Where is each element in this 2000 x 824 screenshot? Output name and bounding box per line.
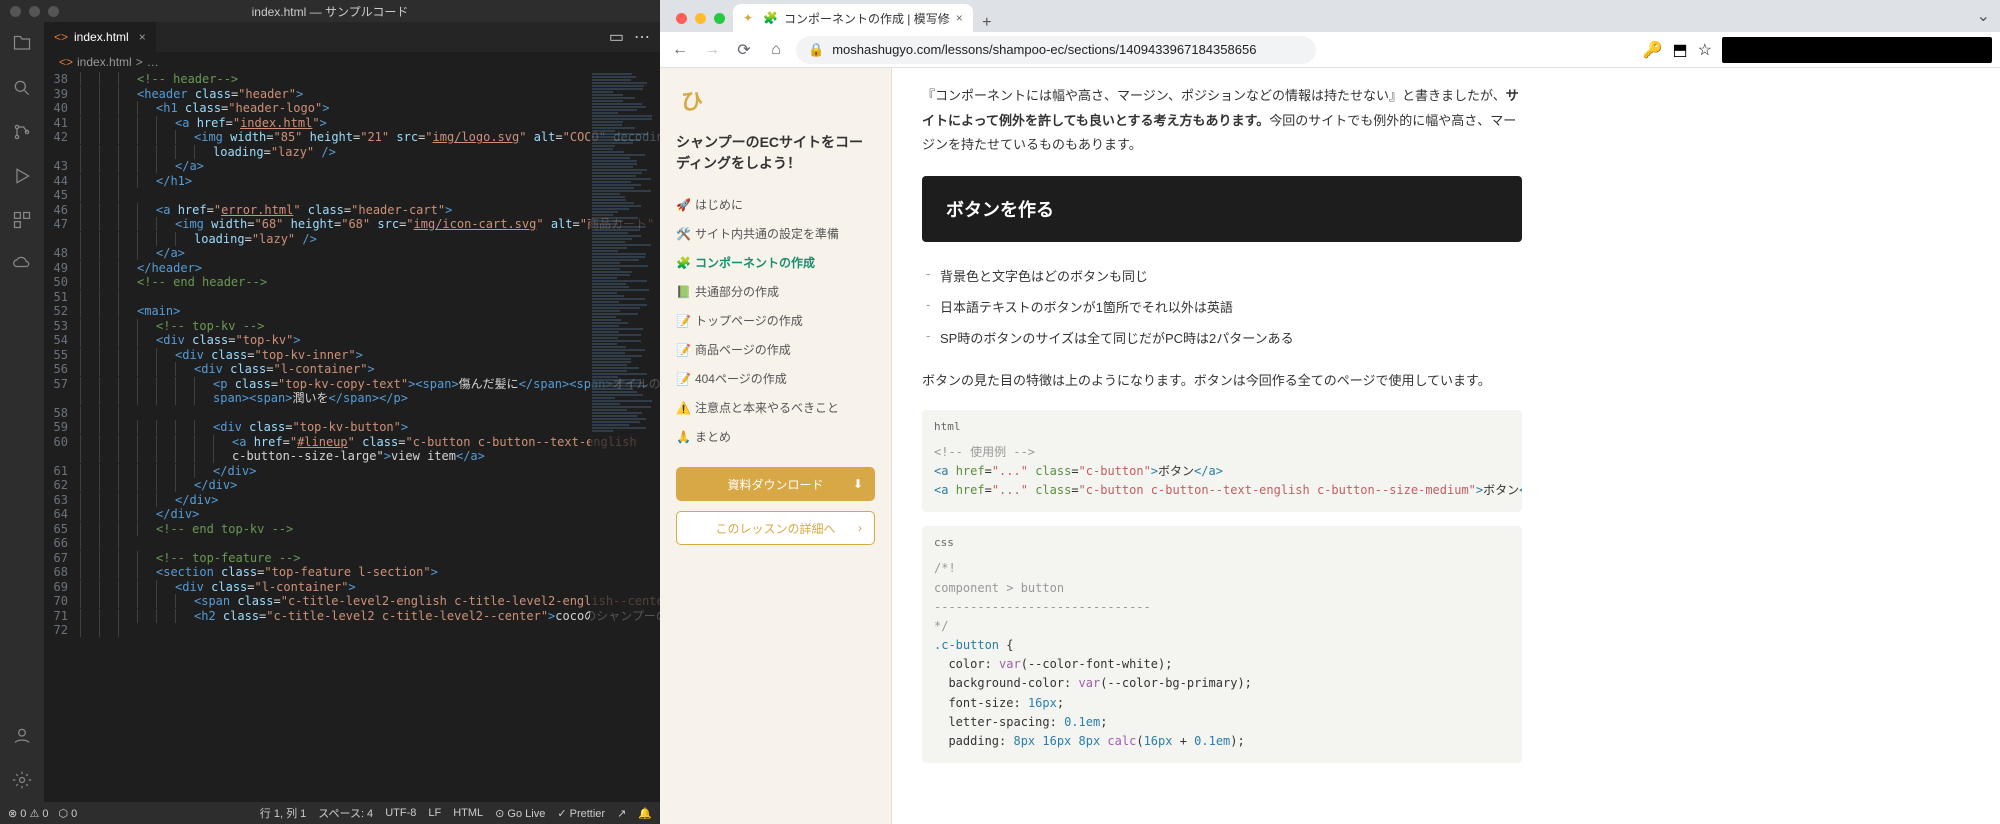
site-logo[interactable]: ひ xyxy=(676,84,875,116)
search-icon[interactable] xyxy=(10,76,34,100)
browser-window: ✦ 🧩 コンポーネントの作成 | 模写修 × + ⌄ ← → ⟳ ⌂ 🔒 mos… xyxy=(660,0,2000,824)
sidebar-item[interactable]: 🙏まとめ xyxy=(676,422,875,451)
bookmark-icon[interactable]: ☆ xyxy=(1698,40,1712,60)
button-label: 資料ダウンロード xyxy=(727,476,823,493)
download-button[interactable]: 資料ダウンロード ⬇ xyxy=(676,467,875,501)
explorer-icon[interactable] xyxy=(10,32,34,56)
code-label: css xyxy=(922,526,1522,559)
sidebar-item[interactable]: ⚠️注意点と本来やるべきこと xyxy=(676,393,875,422)
article: 『コンポーネントには幅や高さ、マージン、ポジションなどの情報は持たせない』と書き… xyxy=(892,68,2000,824)
list-item: 背景色と文字色はどのボタンも同じ xyxy=(922,260,1522,291)
vscode-titlebar: index.html — サンプルコード xyxy=(0,0,660,22)
breadcrumb-sep: > xyxy=(136,55,143,69)
lesson-detail-button[interactable]: このレッスンの詳細へ › xyxy=(676,511,875,545)
lesson-sidebar: ひ シャンプーのECサイトをコーディングをしよう！ 🚀はじめに🛠️サイト内共通の… xyxy=(660,68,892,824)
close-icon[interactable]: × xyxy=(956,11,963,25)
vscode-window: index.html — サンプルコード <> index.html × ▭ ⋯… xyxy=(0,0,660,824)
download-icon: ⬇ xyxy=(853,477,863,491)
code-block-css: css /*! component > button -------------… xyxy=(922,526,1522,763)
sidebar-item[interactable]: 📗共通部分の作成 xyxy=(676,277,875,306)
status-bar: ⊗ 0 ⚠ 0 ⬡ 0 行 1, 列 1 スペース: 4 UTF-8 LF HTML ⊙ G… xyxy=(0,802,660,824)
sidebar-item[interactable]: 📝商品ページの作成 xyxy=(676,335,875,364)
home-button[interactable]: ⌂ xyxy=(764,38,788,62)
html-file-icon: <> xyxy=(54,30,68,44)
sidebar-item[interactable]: 🧩コンポーネントの作成 xyxy=(676,248,875,277)
extensions-icon[interactable] xyxy=(10,208,34,232)
feature-list: 背景色と文字色はどのボタンも同じ日本語テキストのボタンが1箇所でそれ以外は英語S… xyxy=(922,260,1522,353)
cloud-icon[interactable] xyxy=(10,252,34,276)
new-tab-button[interactable]: + xyxy=(973,14,1001,32)
paragraph: ボタンの見た目の特徴は上のようになります。ボタンは今回作る全てのページで使用して… xyxy=(922,369,1522,394)
html-file-icon: <> xyxy=(59,55,73,69)
intro-paragraph: 『コンポーネントには幅や高さ、マージン、ポジションなどの情報は持たせない』と書き… xyxy=(922,84,1522,158)
account-icon[interactable] xyxy=(10,724,34,748)
code-label: html xyxy=(922,410,1522,443)
tab-label: index.html xyxy=(74,30,129,44)
status-item[interactable]: ⊗ 0 ⚠ 0 xyxy=(8,807,48,820)
sidebar-item[interactable]: 🚀はじめに xyxy=(676,190,875,219)
browser-tab-title: コンポーネントの作成 | 模写修 xyxy=(784,10,950,27)
sidebar-item[interactable]: 🛠️サイト内共通の設定を準備 xyxy=(676,219,875,248)
status-item[interactable]: LF xyxy=(428,807,441,819)
status-item[interactable]: UTF-8 xyxy=(385,807,416,819)
status-item[interactable]: ✓ Prettier xyxy=(557,807,605,820)
more-icon[interactable]: ⋯ xyxy=(634,27,650,47)
install-icon[interactable]: ⬒ xyxy=(1673,40,1688,60)
forward-button[interactable]: → xyxy=(700,38,724,62)
minimize-dot[interactable] xyxy=(695,13,706,24)
status-item[interactable]: ⬡ 0 xyxy=(58,807,77,820)
lesson-title: シャンプーのECサイトをコーディングをしよう！ xyxy=(676,132,875,174)
lesson-nav: 🚀はじめに🛠️サイト内共通の設定を準備🧩コンポーネントの作成📗共通部分の作成📝ト… xyxy=(676,190,875,451)
section-heading: ボタンを作る xyxy=(922,176,1522,242)
code-content[interactable]: <!-- 使用例 --> <a href="..." class="c-butt… xyxy=(922,443,1522,513)
chevron-down-icon[interactable]: ⌄ xyxy=(1967,6,2000,32)
status-item[interactable]: スペース: 4 xyxy=(318,805,373,821)
status-item[interactable]: HTML xyxy=(453,807,483,819)
lock-icon: 🔒 xyxy=(808,42,824,58)
sidebar-item[interactable]: 📝トップページの作成 xyxy=(676,306,875,335)
browser-tabbar: ✦ 🧩 コンポーネントの作成 | 模写修 × + ⌄ xyxy=(660,0,2000,32)
browser-window-controls xyxy=(668,13,733,32)
breadcrumb-file: index.html xyxy=(77,55,132,69)
list-item: SP時のボタンのサイズは全て同じだがPC時は2パターンある xyxy=(922,322,1522,353)
tab-close-icon[interactable]: × xyxy=(139,30,146,44)
profile-redacted[interactable] xyxy=(1722,37,1992,63)
status-item[interactable]: ↗ xyxy=(617,807,626,820)
window-title: index.html — サンプルコード xyxy=(0,3,660,20)
button-label: このレッスンの詳細へ xyxy=(715,520,835,537)
url-bar[interactable]: 🔒 moshashugyo.com/lessons/shampoo-ec/sec… xyxy=(796,36,1316,64)
favicon: ✦ xyxy=(743,11,757,25)
key-icon[interactable]: 🔑 xyxy=(1643,40,1663,60)
status-item[interactable]: 🔔 xyxy=(638,807,652,820)
debug-icon[interactable] xyxy=(10,164,34,188)
url-text: moshashugyo.com/lessons/shampoo-ec/secti… xyxy=(832,42,1256,57)
maximize-dot[interactable] xyxy=(714,13,725,24)
reload-button[interactable]: ⟳ xyxy=(732,38,756,62)
activity-bar xyxy=(0,22,44,802)
status-item[interactable]: 行 1, 列 1 xyxy=(260,805,306,821)
breadcrumb[interactable]: <> index.html > … xyxy=(44,52,660,72)
code-block-html: html <!-- 使用例 --> <a href="..." class="c… xyxy=(922,410,1522,513)
back-button[interactable]: ← xyxy=(668,38,692,62)
code-content[interactable]: /*! component > button -----------------… xyxy=(922,559,1522,763)
list-item: 日本語テキストのボタンが1箇所でそれ以外は英語 xyxy=(922,291,1522,322)
page-content: ひ シャンプーのECサイトをコーディングをしよう！ 🚀はじめに🛠️サイト内共通の… xyxy=(660,68,2000,824)
browser-toolbar: ← → ⟳ ⌂ 🔒 moshashugyo.com/lessons/shampo… xyxy=(660,32,2000,68)
chevron-right-icon: › xyxy=(858,521,862,535)
close-dot[interactable] xyxy=(676,13,687,24)
browser-tab[interactable]: ✦ 🧩 コンポーネントの作成 | 模写修 × xyxy=(733,4,973,32)
tab-actions: ▭ ⋯ xyxy=(609,27,660,47)
tab-index-html[interactable]: <> index.html × xyxy=(44,22,156,52)
code-editor[interactable]: 38<!-- header-->39<header class="header"… xyxy=(44,72,660,802)
tab-bar: <> index.html × ▭ ⋯ xyxy=(44,22,660,52)
status-item[interactable]: ⊙ Go Live xyxy=(495,807,545,820)
minimap[interactable] xyxy=(590,72,660,802)
settings-icon[interactable] xyxy=(10,768,34,792)
split-editor-icon[interactable]: ▭ xyxy=(609,27,624,47)
source-control-icon[interactable] xyxy=(10,120,34,144)
editor-area: 38<!-- header-->39<header class="header"… xyxy=(44,72,660,802)
sidebar-item[interactable]: 📝404ページの作成 xyxy=(676,364,875,393)
breadcrumb-item: … xyxy=(147,55,159,69)
